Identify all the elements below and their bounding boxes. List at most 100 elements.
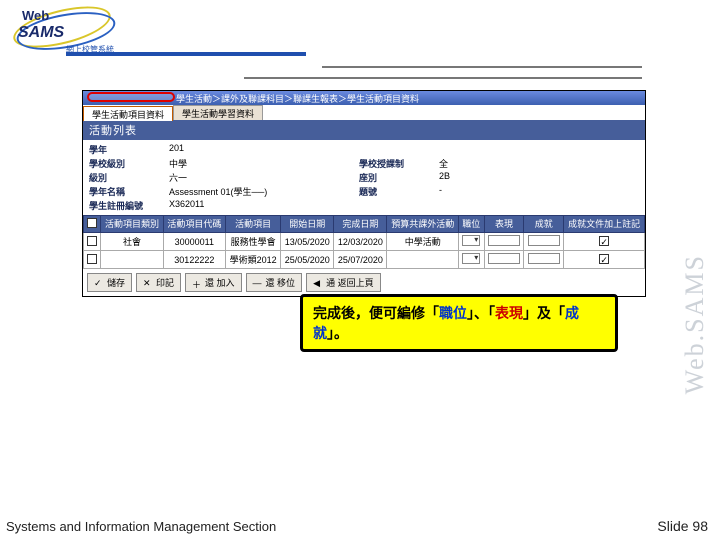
cell-start-date: 13/05/2020: [281, 233, 334, 251]
button-label: 還 加入: [205, 276, 235, 289]
activity-table: 活動項目類別活動項目代碼活動項目開始日期完成日期預算共課外活動職位表現成就成就文…: [83, 215, 645, 269]
action-button[interactable]: ＋還 加入: [185, 273, 242, 292]
logo-sams: SAMS: [18, 24, 64, 42]
col-header: 職位: [459, 216, 485, 233]
panel-header: 學生活動＞課外及聯課科目＞聯課生報表＞學生活動項目資料: [83, 91, 645, 105]
row-checkbox[interactable]: [87, 254, 97, 264]
info-value: 中學: [169, 157, 359, 170]
websams-logo: Web SAMS 網上校管系統: [8, 6, 128, 52]
cell-program: 服務性學會: [225, 233, 280, 251]
tab-activity-items[interactable]: 學生活動項目資料: [83, 106, 173, 121]
col-header: 活動項目: [225, 216, 280, 233]
performance-input[interactable]: [488, 253, 520, 264]
info-value: 全: [439, 157, 499, 170]
button-icon: ＋: [192, 278, 202, 288]
button-bar: ✓儲存✕印記＋還 加入—還 移位◀通 返回上頁: [83, 269, 645, 296]
select-all-checkbox[interactable]: [87, 218, 97, 228]
cell-note: [564, 251, 645, 269]
side-watermark: Web.SAMS: [680, 254, 710, 394]
row-checkbox[interactable]: [87, 236, 97, 246]
info-label: 學生註冊編號: [89, 199, 169, 212]
cell-achievement: [524, 233, 564, 251]
info-grid: 學年201學校級別中學學校授課制全級別六一座別2B 學年名稱Assessment …: [83, 140, 645, 215]
info-label: 座別: [359, 171, 439, 184]
cell-end-date: 25/07/2020: [334, 251, 387, 269]
highlight-circle: [87, 92, 175, 102]
action-button[interactable]: ✕印記: [136, 273, 181, 292]
action-button[interactable]: ✓儲存: [87, 273, 132, 292]
cell-position: [459, 233, 485, 251]
col-header: 預算共課外活動: [387, 216, 459, 233]
button-label: 通 返回上頁: [326, 276, 374, 289]
cell-performance: [484, 233, 524, 251]
logo-web: Web: [22, 8, 49, 23]
cell-category: [101, 251, 163, 269]
info-value: 六一: [169, 171, 359, 184]
info-value: -: [439, 185, 499, 198]
col-header: 成就文件加上註記: [564, 216, 645, 233]
col-header: 開始日期: [281, 216, 334, 233]
slide-label: Slide: [657, 518, 692, 534]
info-value: 201: [169, 143, 359, 156]
position-select[interactable]: [462, 253, 480, 264]
breadcrumb: 學生活動＞課外及聯課科目＞聯課生報表＞學生活動項目資料: [176, 92, 419, 105]
info-value: [439, 199, 499, 212]
callout-t4: 」。: [327, 327, 348, 342]
info-label: 題號: [359, 185, 439, 198]
info-label: 學校授課制: [359, 157, 439, 170]
info-label: 學年: [89, 143, 169, 156]
button-icon: ◀: [313, 278, 323, 288]
col-header: 完成日期: [334, 216, 387, 233]
info-value: Assessment 01(學生──): [169, 185, 359, 198]
button-icon: ✓: [94, 278, 104, 288]
cell-position: [459, 251, 485, 269]
slide-number: 98: [692, 518, 708, 534]
footer-right: Slide 98: [657, 518, 708, 534]
cell-category: 社會: [101, 233, 163, 251]
achievement-input[interactable]: [528, 235, 560, 246]
cell-performance: [484, 251, 524, 269]
cell-extra: 中學活動: [387, 233, 459, 251]
col-header: 表現: [484, 216, 524, 233]
col-header: 活動項目代碼: [163, 216, 225, 233]
button-label: 還 移位: [266, 276, 296, 289]
performance-input[interactable]: [488, 235, 520, 246]
info-label: 級別: [89, 171, 169, 184]
tab-activity-learning[interactable]: 學生活動學習資料: [173, 105, 263, 120]
cell-code: 30122222: [163, 251, 225, 269]
position-select[interactable]: [462, 235, 480, 246]
tab-bar: 學生活動項目資料 學生活動學習資料: [83, 105, 645, 120]
info-label: 學校級別: [89, 157, 169, 170]
action-button[interactable]: —還 移位: [246, 273, 303, 292]
callout-t1: 完成後，便可編修「: [313, 307, 439, 322]
action-button[interactable]: ◀通 返回上頁: [306, 273, 381, 292]
col-header: 活動項目類別: [101, 216, 163, 233]
info-value: X362011: [169, 199, 359, 212]
decor-rule-3: [244, 77, 642, 79]
info-value: 2B: [439, 171, 499, 184]
button-icon: ✕: [143, 278, 153, 288]
footer-left: Systems and Information Management Secti…: [6, 519, 276, 534]
button-label: 印記: [156, 276, 174, 289]
cell-note: [564, 233, 645, 251]
note-checkbox[interactable]: [599, 236, 609, 246]
cell-program: 學術類2012: [225, 251, 280, 269]
callout-position: 職位: [439, 307, 467, 322]
cell-achievement: [524, 251, 564, 269]
cell-end-date: 12/03/2020: [334, 233, 387, 251]
col-header: 成就: [524, 216, 564, 233]
button-icon: —: [253, 278, 263, 288]
decor-rule-2: [322, 66, 642, 68]
table-row: 社會30000011服務性學會13/05/202012/03/2020中學活動: [84, 233, 645, 251]
section-title: 活動列表: [83, 120, 645, 140]
cell-select: [84, 251, 101, 269]
note-checkbox[interactable]: [599, 254, 609, 264]
info-label: 學年名稱: [89, 185, 169, 198]
button-label: 儲存: [107, 276, 125, 289]
table-row: 30122222學術類201225/05/202025/07/2020: [84, 251, 645, 269]
achievement-input[interactable]: [528, 253, 560, 264]
cell-select: [84, 233, 101, 251]
decor-rule-1: [66, 52, 306, 56]
cell-extra: [387, 251, 459, 269]
callout-performance: 表現: [495, 307, 523, 322]
